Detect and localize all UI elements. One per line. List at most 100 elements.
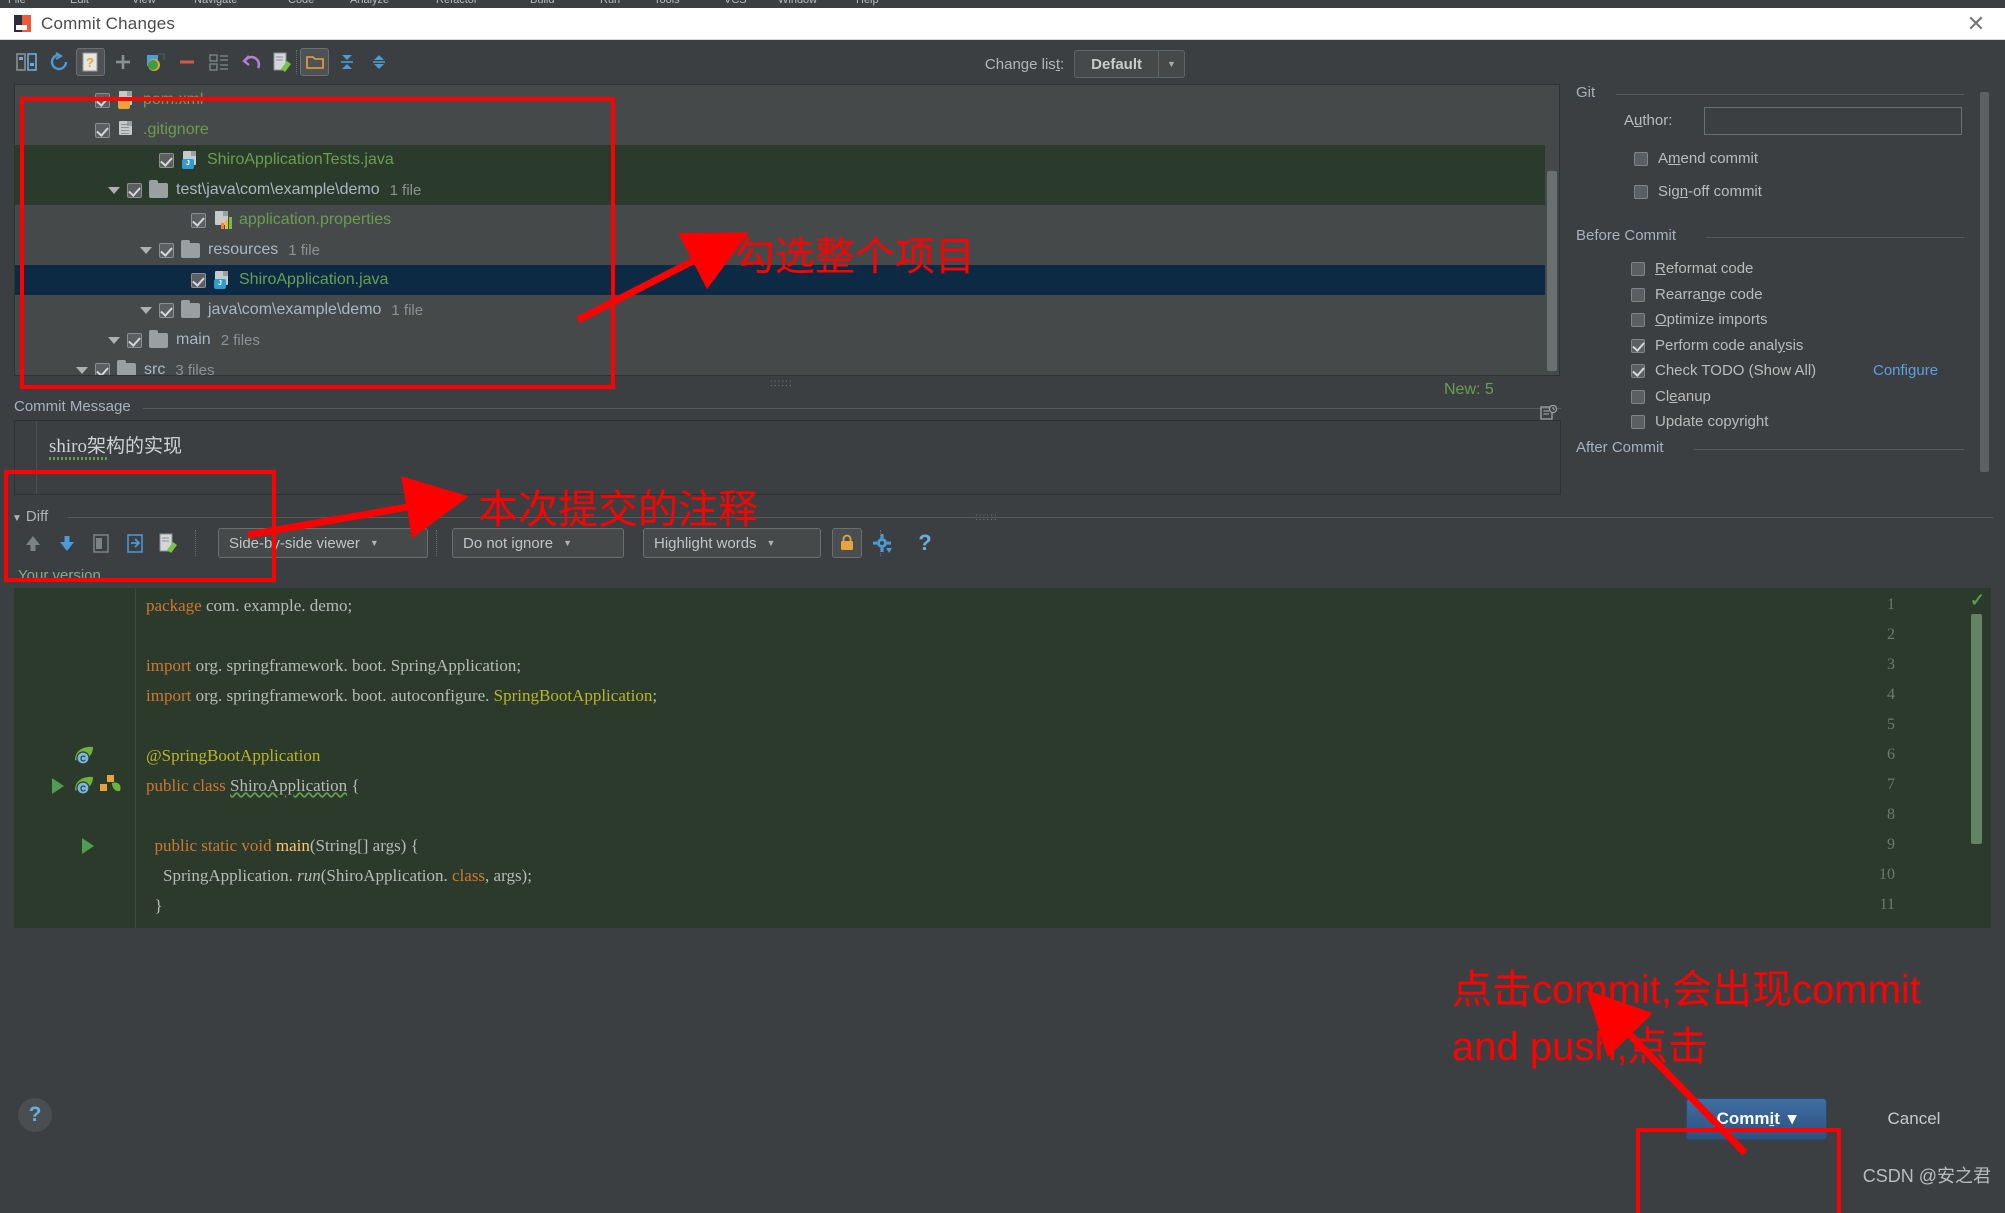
row-checkbox[interactable]	[191, 272, 206, 288]
move-to-changelist-icon[interactable]	[140, 48, 169, 76]
chevron-down-icon[interactable]: ▼	[563, 538, 572, 548]
edit-source-icon[interactable]	[154, 528, 184, 558]
edit-source-icon[interactable]	[268, 48, 297, 76]
menubar-item-navigate[interactable]: Navigate	[194, 0, 237, 6]
checkbox-optimize-imports[interactable]	[1631, 313, 1645, 327]
tree-row[interactable]: java\com\example\demo 1 file	[15, 295, 1559, 325]
spring-config-gutter-icon[interactable]	[98, 773, 121, 793]
row-checkbox[interactable]	[127, 332, 142, 348]
tree-row[interactable]: src 3 files	[15, 355, 1559, 375]
group-by-directory-icon[interactable]	[300, 48, 329, 76]
tree-row-name: resources	[208, 241, 279, 258]
configure-link[interactable]: Configure	[1873, 362, 1938, 379]
menubar-item-build[interactable]: Build	[530, 0, 554, 6]
lock-icon[interactable]	[832, 528, 862, 558]
apply-left-icon[interactable]	[86, 528, 116, 558]
run-gutter-icon[interactable]	[80, 835, 102, 855]
checkbox-rearrange-code[interactable]	[1631, 287, 1645, 302]
triangle-down-icon[interactable]	[139, 303, 153, 317]
viewer-mode-combo[interactable]: Side-by-side viewer ▼	[218, 528, 428, 558]
row-checkbox[interactable]	[127, 182, 142, 198]
apply-right-icon[interactable]	[120, 528, 150, 558]
author-field[interactable]	[1704, 107, 1962, 135]
diff-splitter[interactable]: ::::::	[975, 512, 998, 523]
changelist-combo[interactable]: Default ▼	[1074, 50, 1185, 78]
row-checkbox[interactable]	[95, 92, 110, 108]
row-checkbox[interactable]	[159, 302, 174, 318]
checkbox-check-todo-show-all-[interactable]	[1631, 364, 1645, 378]
show-unversioned-icon[interactable]: ?	[76, 48, 105, 76]
menubar-item-help[interactable]: Help	[856, 0, 879, 6]
checkbox-reformat-code[interactable]	[1631, 262, 1645, 276]
menubar-item-run[interactable]: Run	[600, 0, 620, 6]
revert-icon[interactable]	[236, 48, 265, 76]
menubar-item-vcs[interactable]: VCS	[724, 0, 747, 6]
row-checkbox[interactable]	[159, 152, 174, 168]
triangle-down-icon[interactable]	[75, 363, 89, 375]
remove-icon[interactable]	[172, 48, 201, 76]
close-icon[interactable]: ✕	[1963, 12, 1989, 36]
changed-files-tree[interactable]: pom.xml .gitignore J ShiroApplicationTests.…	[14, 84, 1560, 376]
dialog-footer: ? Commit ▾ Cancel CSDN @安之君	[0, 1050, 2005, 1213]
row-checkbox[interactable]	[159, 242, 174, 258]
chevron-down-icon[interactable]: ▼	[767, 538, 776, 548]
diff-section-header[interactable]: ▼ Diff	[12, 508, 48, 525]
row-checkbox[interactable]	[95, 362, 110, 375]
run-gutter-icon[interactable]	[50, 775, 72, 795]
help-button[interactable]: ?	[18, 1098, 52, 1132]
checkbox-perform-code-analysis[interactable]	[1631, 338, 1645, 353]
collapse-all-icon[interactable]	[364, 48, 393, 76]
select-all-icon[interactable]	[204, 48, 233, 76]
history-icon[interactable]	[1540, 405, 1558, 421]
tree-row[interactable]: main 2 files	[15, 325, 1559, 355]
tree-row[interactable]: .gitignore	[15, 115, 1559, 145]
editor-scrollbar-thumb[interactable]	[1971, 614, 1982, 844]
question-icon[interactable]: ?	[910, 528, 940, 558]
expand-all-icon[interactable]	[332, 48, 361, 76]
chevron-down-icon[interactable]: ▾	[1788, 1109, 1797, 1129]
row-checkbox[interactable]	[191, 212, 206, 228]
cancel-button[interactable]: Cancel	[1854, 1098, 1974, 1140]
triangle-down-icon[interactable]	[139, 243, 153, 257]
spring-bean-gutter-icon[interactable]: C	[72, 744, 94, 765]
menubar-item-view[interactable]: View	[132, 0, 156, 6]
menubar-item-refactor[interactable]: Refactor	[436, 0, 478, 6]
menubar-item-analyze[interactable]: Analyze	[350, 0, 389, 6]
next-difference-icon[interactable]	[52, 528, 82, 558]
tree-row[interactable]: test\java\com\example\demo 1 file	[15, 175, 1559, 205]
chevron-down-icon[interactable]: ▼	[12, 513, 22, 524]
diff-divider	[68, 517, 1993, 518]
checkbox-cleanup[interactable]	[1631, 389, 1645, 404]
tree-scrollbar[interactable]	[1545, 85, 1559, 375]
chevron-down-icon[interactable]: ▼	[1158, 51, 1184, 77]
menubar-item-tools[interactable]: Tools	[654, 0, 680, 6]
gear-icon[interactable]	[868, 528, 898, 558]
tree-scrollbar-thumb[interactable]	[1547, 171, 1557, 371]
menubar-item-window[interactable]: Window	[778, 0, 817, 6]
previous-difference-icon[interactable]	[18, 528, 48, 558]
chevron-down-icon[interactable]: ▼	[370, 538, 379, 548]
tree-row[interactable]: pom.xml	[15, 85, 1559, 115]
refresh-icon[interactable]	[44, 48, 73, 76]
menubar-item-code[interactable]: Code	[288, 0, 314, 6]
editor-scrollbar[interactable]	[1969, 598, 1983, 918]
menubar-item-edit[interactable]: Edit	[70, 0, 89, 6]
tree-row[interactable]: J ShiroApplicationTests.java	[15, 145, 1559, 175]
tree-splitter[interactable]: ::::::	[770, 378, 793, 389]
checkbox-amend-commit[interactable]	[1634, 152, 1648, 166]
menubar-item-file[interactable]: File	[8, 0, 26, 6]
commit-button[interactable]: Commit ▾	[1686, 1098, 1827, 1140]
spring-bean-gutter-icon[interactable]: C	[72, 774, 94, 795]
commit-message-input[interactable]: shiro架构的实现	[14, 420, 1561, 495]
checkbox-update-copyright[interactable]	[1631, 415, 1645, 429]
diff-code-editor[interactable]: ✓ 1 package com. example. demo; 2 3 import o…	[14, 588, 1991, 928]
options-scrollbar-thumb[interactable]	[1980, 92, 1989, 472]
tree-row[interactable]: application.properties	[15, 205, 1559, 235]
triangle-down-icon[interactable]	[107, 333, 121, 347]
show-diff-icon[interactable]	[12, 48, 41, 76]
add-icon[interactable]	[108, 48, 137, 76]
options-scrollbar[interactable]	[1979, 92, 1990, 492]
row-checkbox[interactable]	[95, 122, 110, 138]
checkbox-sign-off-commit[interactable]	[1634, 185, 1648, 199]
triangle-down-icon[interactable]	[107, 183, 121, 197]
